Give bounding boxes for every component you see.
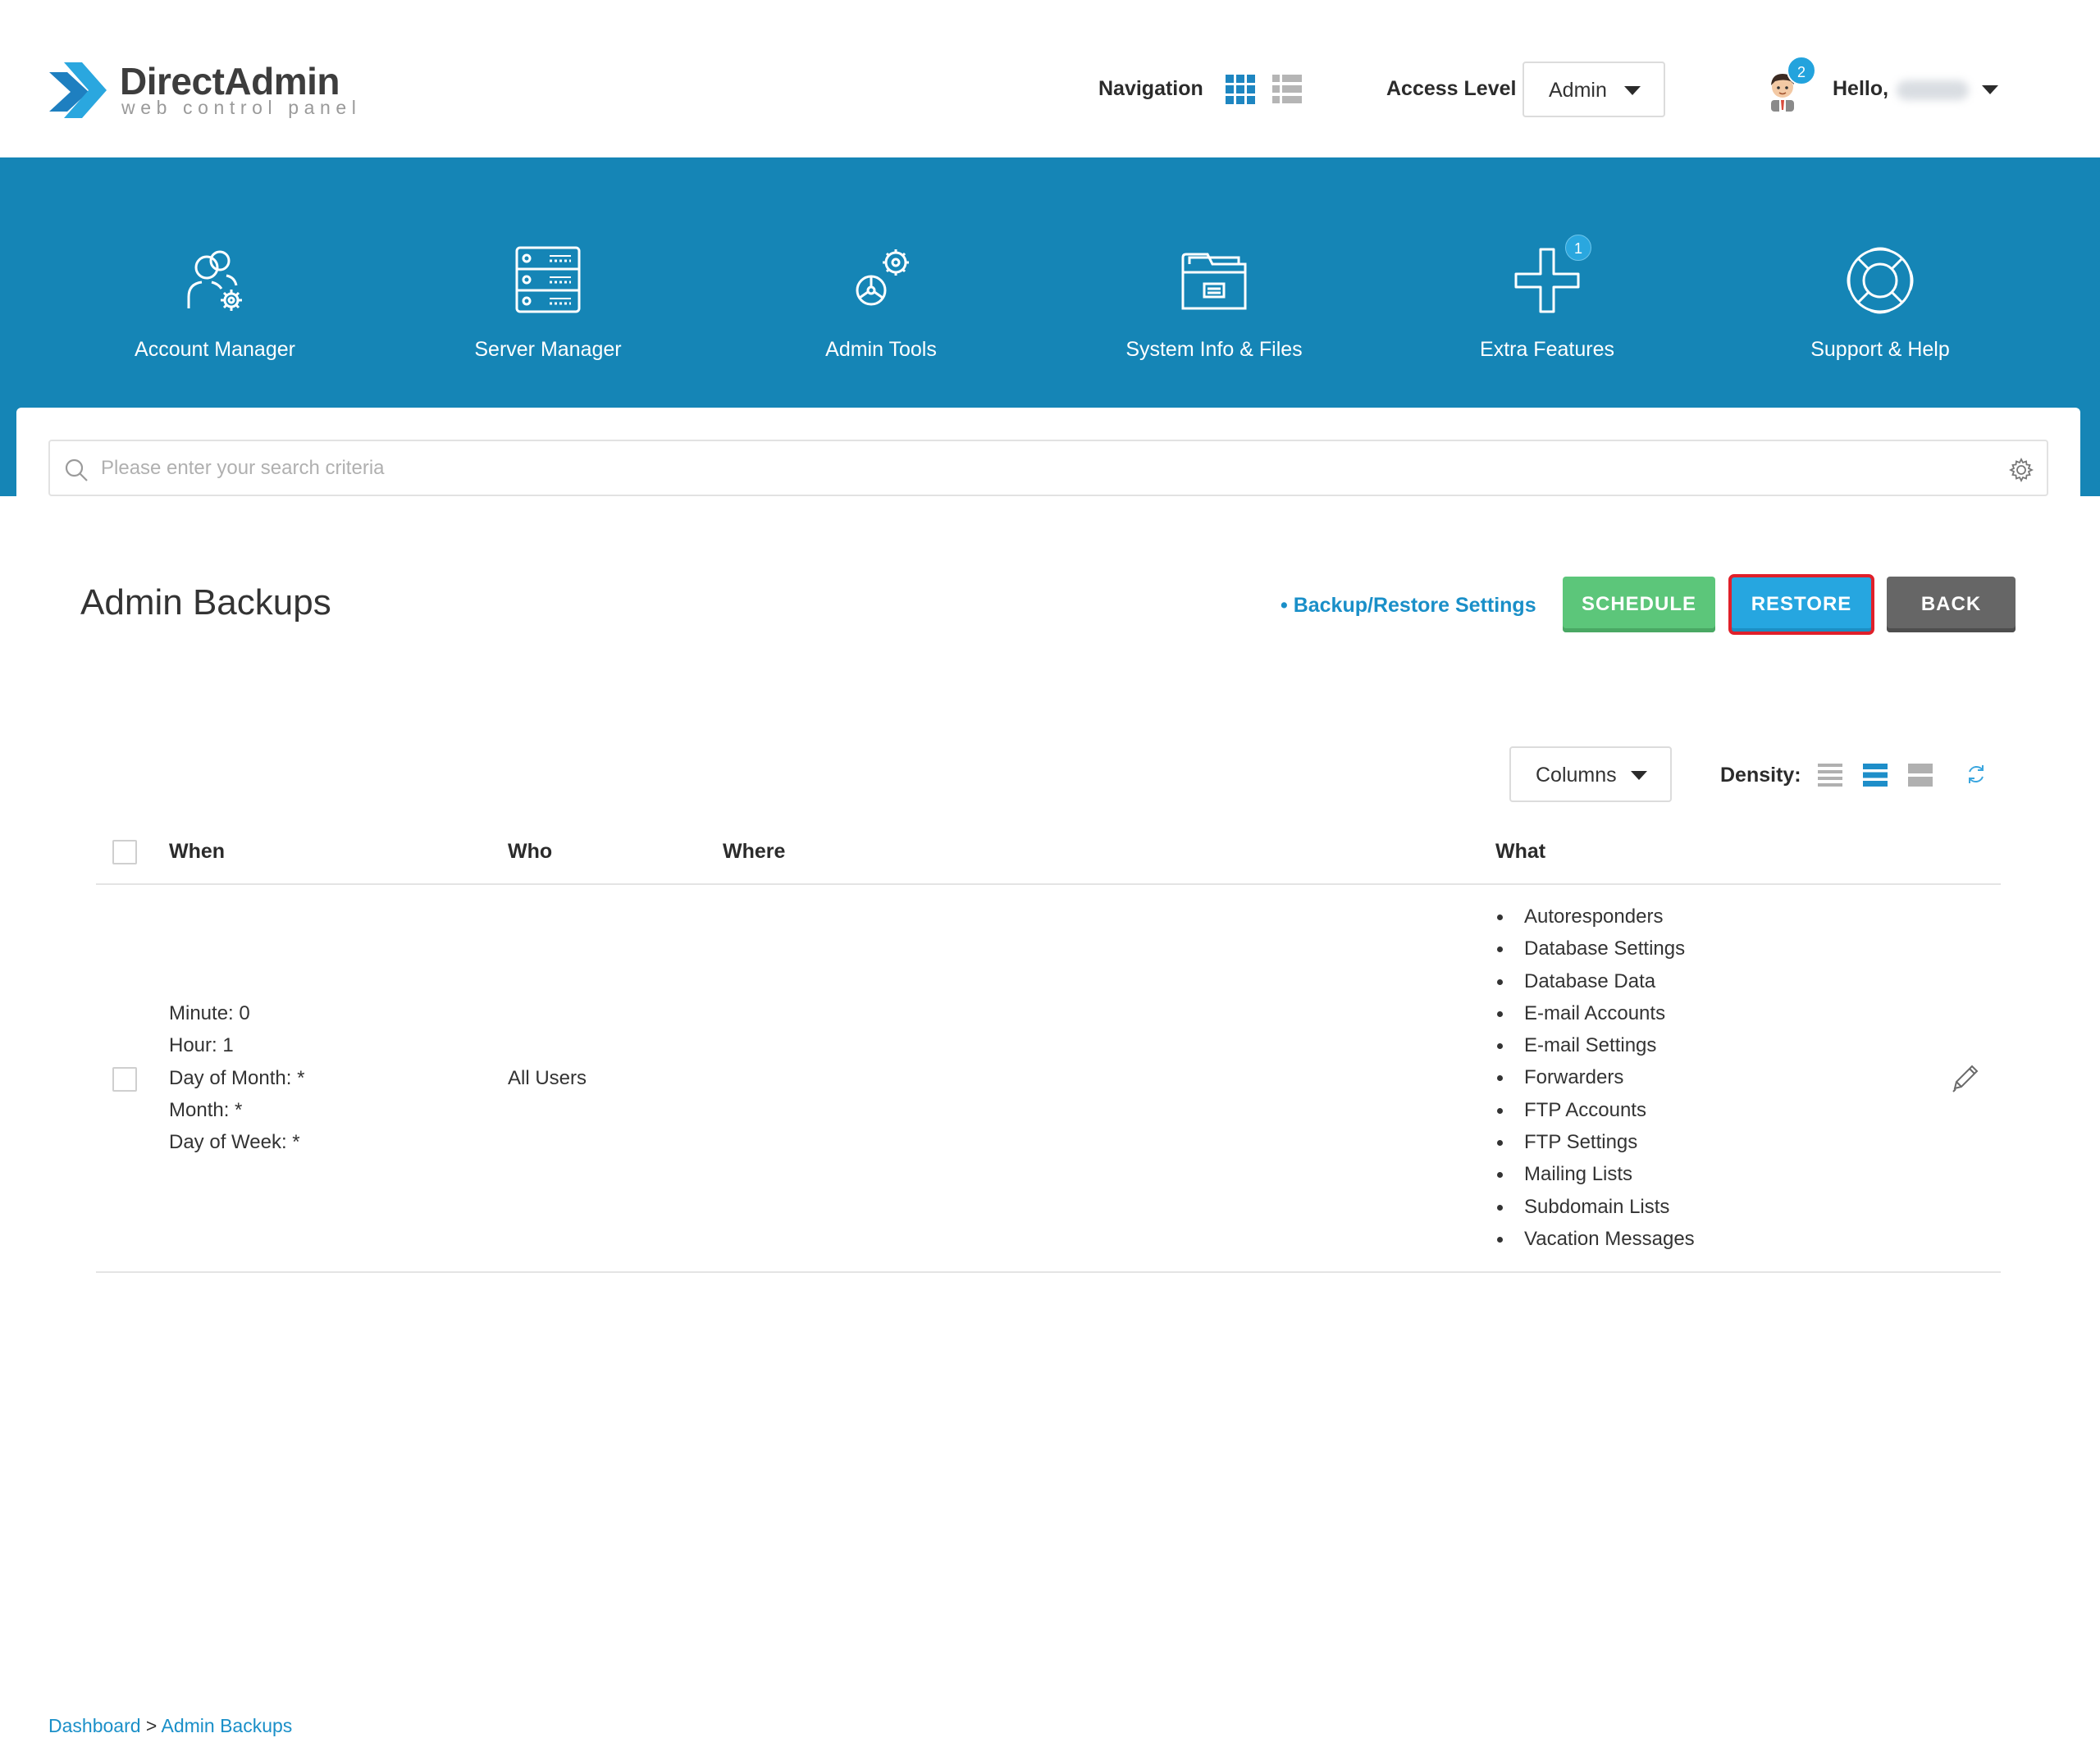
access-level-select[interactable]: Admin <box>1522 62 1665 117</box>
notification-badge[interactable]: 2 <box>1787 56 1816 85</box>
breadcrumb-dashboard-link[interactable]: Dashboard <box>48 1715 141 1736</box>
directadmin-logo[interactable]: DirectAdmin web control panel <box>46 54 358 128</box>
gears-icon <box>856 249 909 306</box>
restore-button[interactable]: RESTORE <box>1728 574 1874 635</box>
column-header-when[interactable]: When <box>169 840 225 864</box>
extra-features-badge: 1 <box>1565 235 1591 261</box>
nav-label: Account Manager <box>135 338 295 361</box>
who-cell: All Users <box>508 1067 587 1089</box>
user-greeting: Hello, <box>1833 77 1889 100</box>
server-rack-icon <box>515 246 581 313</box>
row-checkbox[interactable] <box>112 1067 137 1092</box>
breadcrumb-current[interactable]: Admin Backups <box>161 1715 292 1736</box>
when-minute: Minute: 0 <box>169 1002 250 1024</box>
chevron-down-icon <box>1631 771 1647 780</box>
density-compact-icon[interactable] <box>1818 763 1842 787</box>
list-item: FTP Settings <box>1481 1126 1695 1158</box>
logo-chevron-icon <box>49 62 107 118</box>
backup-restore-settings-link[interactable]: • Backup/Restore Settings <box>1281 594 1536 618</box>
nav-support-help[interactable]: Support & Help <box>1757 243 2003 374</box>
list-item: E-mail Accounts <box>1481 997 1695 1029</box>
username-redacted <box>1897 80 1969 100</box>
column-header-where[interactable]: Where <box>723 840 785 864</box>
list-item: Database Data <box>1481 965 1695 997</box>
density-comfortable-icon[interactable] <box>1908 763 1933 787</box>
navigation-label: Navigation <box>1098 77 1203 100</box>
columns-dropdown[interactable]: Columns <box>1509 746 1672 802</box>
refresh-icon[interactable] <box>1965 763 1988 786</box>
when-day-of-month: Day of Month: * <box>169 1066 305 1089</box>
grid-view-icon[interactable] <box>1226 75 1255 104</box>
edit-pencil-icon[interactable] <box>1948 1062 1981 1095</box>
table-row-divider <box>96 1271 2001 1273</box>
column-header-what[interactable]: What <box>1495 840 1545 864</box>
list-item: Autoresponders <box>1481 901 1695 933</box>
users-gear-icon <box>187 250 242 311</box>
logo-subtitle: web control panel <box>121 97 362 118</box>
what-list: Autoresponders Database Settings Databas… <box>1481 901 1695 1255</box>
access-level-label: Access Level <box>1386 77 1517 100</box>
nav-label: Server Manager <box>474 338 622 361</box>
when-cell: Minute: 0 Hour: 1 Day of Month: * Month:… <box>169 997 304 1158</box>
when-day-of-week: Day of Week: * <box>169 1131 300 1154</box>
search-icon <box>65 458 88 481</box>
nav-system-info-files[interactable]: System Info & Files <box>1091 243 1337 374</box>
density-label: Density: <box>1720 764 1801 787</box>
when-month: Month: * <box>169 1098 243 1121</box>
search-input[interactable] <box>101 449 1971 487</box>
nav-account-manager[interactable]: Account Manager <box>92 243 338 374</box>
select-all-checkbox[interactable] <box>112 840 137 864</box>
schedule-button[interactable]: SCHEDULE <box>1563 577 1715 632</box>
nav-admin-tools[interactable]: Admin Tools <box>758 243 1004 374</box>
list-item: E-mail Settings <box>1481 1029 1695 1061</box>
nav-label: Extra Features <box>1480 338 1614 361</box>
page-title: Admin Backups <box>80 582 331 623</box>
list-item: Database Settings <box>1481 933 1695 965</box>
nav-server-manager[interactable]: Server Manager <box>425 243 671 374</box>
list-item: FTP Accounts <box>1481 1094 1695 1126</box>
table-header-divider <box>96 883 2001 885</box>
list-item: Mailing Lists <box>1481 1158 1695 1190</box>
chevron-down-icon <box>1624 86 1641 95</box>
list-view-icon[interactable] <box>1272 75 1302 104</box>
list-item: Subdomain Lists <box>1481 1191 1695 1223</box>
folder-icon <box>1181 253 1247 310</box>
search-bar <box>48 440 2048 496</box>
column-header-who[interactable]: Who <box>508 840 552 864</box>
when-hour: Hour: 1 <box>169 1034 234 1057</box>
density-medium-icon[interactable] <box>1863 763 1888 787</box>
lifebuoy-icon <box>1847 247 1914 314</box>
top-header: DirectAdmin web control panel Navigation… <box>0 0 2100 157</box>
gear-icon[interactable] <box>2009 458 2034 482</box>
nav-label: Support & Help <box>1810 338 1950 361</box>
user-menu-chevron-down-icon[interactable] <box>1982 85 1998 94</box>
access-level-value: Admin <box>1549 79 1607 102</box>
nav-extra-features[interactable]: Extra Features <box>1424 243 1670 374</box>
nav-label: System Info & Files <box>1125 338 1303 361</box>
list-item: Vacation Messages <box>1481 1223 1695 1255</box>
columns-label: Columns <box>1536 764 1617 787</box>
breadcrumb-separator: > <box>145 1715 158 1736</box>
list-item: Forwarders <box>1481 1061 1695 1093</box>
back-button[interactable]: BACK <box>1887 577 2016 632</box>
breadcrumb: Dashboard > Admin Backups <box>48 1715 292 1737</box>
nav-label: Admin Tools <box>825 338 937 361</box>
